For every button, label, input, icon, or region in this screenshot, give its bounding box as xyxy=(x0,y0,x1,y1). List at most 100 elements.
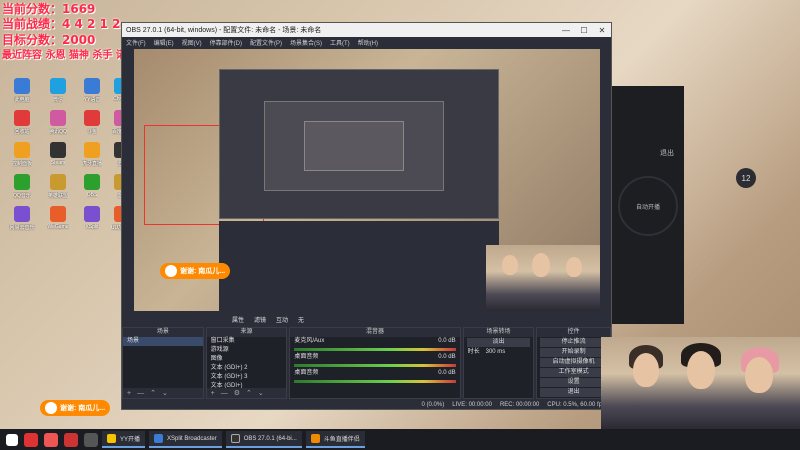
close-icon[interactable]: ✕ xyxy=(593,26,611,35)
source-item[interactable]: 窗口采集 xyxy=(207,337,287,346)
maximize-icon[interactable]: ☐ xyxy=(575,26,593,35)
taskbar-app-icon[interactable] xyxy=(64,432,78,447)
menu-docks[interactable]: 停靠部件(D) xyxy=(210,38,242,47)
volume-meter[interactable] xyxy=(294,348,456,351)
stop-streaming-button[interactable]: 停止推流 xyxy=(540,338,607,347)
taskbar-app-icon[interactable] xyxy=(84,432,98,447)
source-item[interactable]: 游戏源 xyxy=(207,346,287,355)
scene-item[interactable]: 场景 xyxy=(123,337,203,346)
desktop-icon-label: 虎牙直播 xyxy=(81,161,102,167)
menu-scene-collection[interactable]: 场景集合(S) xyxy=(290,38,322,47)
app-icon xyxy=(14,110,30,126)
gear-icon[interactable]: ⚙ xyxy=(234,389,240,397)
menu-view[interactable]: 视图(V) xyxy=(182,38,202,47)
cpu-fps: CPU: 0.5%, 60.00 fps xyxy=(547,401,605,408)
duration-input[interactable]: 300 ms xyxy=(486,348,506,357)
up-icon[interactable]: ⌃ xyxy=(246,389,252,397)
start-virtual-camera-button[interactable]: 启动虚拟摄像机 xyxy=(540,358,607,367)
studio-mode-button[interactable]: 工作室模式 xyxy=(540,368,607,377)
taskbar-task[interactable]: 斗鱼直播伴侣 xyxy=(305,431,365,448)
gift-notice: 谢谢: 南瓜儿... xyxy=(40,400,111,416)
channel-db: 0.0 dB xyxy=(438,338,456,344)
desktop-icon[interactable]: 控制面板 xyxy=(4,142,40,172)
exit-link[interactable]: 退出 xyxy=(660,148,674,158)
app-icon xyxy=(14,174,30,190)
desktop-icon-label: 英雄联盟 xyxy=(47,193,68,199)
remove-icon[interactable]: — xyxy=(221,390,228,397)
desktop-icon[interactable]: 微信 xyxy=(40,78,76,108)
live-timer: LIVE: 00:00:00 xyxy=(452,401,492,408)
transitions-dock: 场景转场 淡出 时长 300 ms xyxy=(462,327,535,399)
mixer-dock: 混音器 麦克风/Aux 0.0 dB 桌面音频 0.0 dB 桌面音频 0.0 … xyxy=(289,327,461,399)
desktop-icon[interactable]: 回收站 xyxy=(4,110,40,140)
app-icon xyxy=(14,206,30,222)
up-icon[interactable]: ⌃ xyxy=(150,389,156,397)
desktop-icon[interactable]: 英雄联盟 xyxy=(40,174,76,204)
filters-button[interactable]: 滤镜 xyxy=(254,315,266,324)
source-item[interactable]: 图像 xyxy=(207,355,287,364)
desktop-icon-label: 网易云音乐 xyxy=(9,225,35,231)
desktop-icon[interactable]: WeGame xyxy=(40,206,76,236)
desktop-icon[interactable]: QQ音乐 xyxy=(4,174,40,204)
desktop-icon[interactable]: Steam xyxy=(40,142,76,172)
remove-icon[interactable]: — xyxy=(137,390,144,397)
taskbar-task[interactable]: YY开播 xyxy=(102,431,146,448)
channel-name: 麦克风/Aux xyxy=(294,338,325,344)
menu-help[interactable]: 帮助(H) xyxy=(358,38,378,47)
app-icon xyxy=(14,142,30,158)
app-icon xyxy=(84,174,100,190)
channel-name: 桌面音频 xyxy=(294,354,319,360)
gift-icon xyxy=(165,265,177,277)
app-icon xyxy=(50,174,66,190)
obs-titlebar[interactable]: OBS 27.0.1 (64-bit, windows) - 配置文件: 未命名… xyxy=(122,23,611,37)
obs-menubar: 文件(F) 编辑(E) 视图(V) 停靠部件(D) 配置文件(P) 场景集合(S… xyxy=(122,37,611,48)
properties-button[interactable]: 属性 xyxy=(232,315,244,324)
taskbar-app-icon[interactable] xyxy=(24,432,38,447)
duration-label: 时长 xyxy=(467,349,480,355)
live-helper-panel[interactable]: 退出 自动开播 xyxy=(612,86,684,324)
windows-start-icon[interactable] xyxy=(6,433,18,446)
nested-obs-docks xyxy=(219,221,499,311)
add-icon[interactable]: + xyxy=(127,390,131,397)
volume-meter[interactable] xyxy=(294,364,456,367)
start-recording-button[interactable]: 开始录制 xyxy=(540,348,607,357)
app-icon xyxy=(50,78,66,94)
app-icon xyxy=(50,142,66,158)
source-item[interactable]: 文本 (GDI+) 3 xyxy=(207,373,287,382)
add-icon[interactable]: + xyxy=(211,390,215,397)
auto-stream-circle[interactable]: 自动开播 xyxy=(618,176,678,236)
transition-select[interactable]: 淡出 xyxy=(466,338,531,347)
exit-button[interactable]: 退出 xyxy=(540,388,607,397)
desktop-icon[interactable]: 网易云音乐 xyxy=(4,206,40,236)
obs-statusbar: 0 (0.0%) LIVE: 00:00:00 REC: 00:00:00 CP… xyxy=(122,400,611,409)
controls-dock-title: 控件 xyxy=(537,328,610,337)
nested-obs-preview-3 xyxy=(304,121,404,171)
desktop-icon[interactable]: 腾讯QQ xyxy=(40,110,76,140)
menu-tools[interactable]: 工具(T) xyxy=(330,38,350,47)
task-label: XSplit Broadcaster xyxy=(167,435,217,442)
obs-window[interactable]: OBS 27.0.1 (64-bit, windows) - 配置文件: 未命名… xyxy=(121,22,612,410)
down-icon[interactable]: ⌄ xyxy=(162,389,168,397)
taskbar-task[interactable]: OBS 27.0.1 (64-bi... xyxy=(225,431,302,448)
menu-edit[interactable]: 编辑(E) xyxy=(154,38,174,47)
mixer-channel: 桌面音频 0.0 dB xyxy=(290,353,459,362)
scenes-dock: 场景 场景 + — ⌃ ⌄ xyxy=(122,327,204,399)
douyu-icon xyxy=(310,434,320,443)
menu-file[interactable]: 文件(F) xyxy=(126,38,146,47)
taskbar-app-icon[interactable] xyxy=(44,432,58,447)
settings-button[interactable]: 设置 xyxy=(540,378,607,387)
interact-button[interactable]: 互动 xyxy=(276,315,288,324)
desktop-icon-label: OBS xyxy=(86,192,98,198)
channel-db: 0.0 dB xyxy=(438,354,456,360)
source-item[interactable]: 文本 (GDI+) 2 xyxy=(207,364,287,373)
sources-dock-footer: + — ⚙ ⌃ ⌄ xyxy=(206,388,287,398)
minimize-icon[interactable]: — xyxy=(557,26,575,35)
menu-profile[interactable]: 配置文件(P) xyxy=(250,38,282,47)
desktop-icon[interactable]: 此电脑 xyxy=(4,78,40,108)
none-button[interactable]: 无 xyxy=(298,315,304,324)
down-icon[interactable]: ⌄ xyxy=(258,389,264,397)
desktop-icon-label: YY语音 xyxy=(83,97,101,103)
volume-meter[interactable] xyxy=(294,380,456,383)
app-icon xyxy=(50,206,66,222)
taskbar-task[interactable]: XSplit Broadcaster xyxy=(149,431,222,448)
